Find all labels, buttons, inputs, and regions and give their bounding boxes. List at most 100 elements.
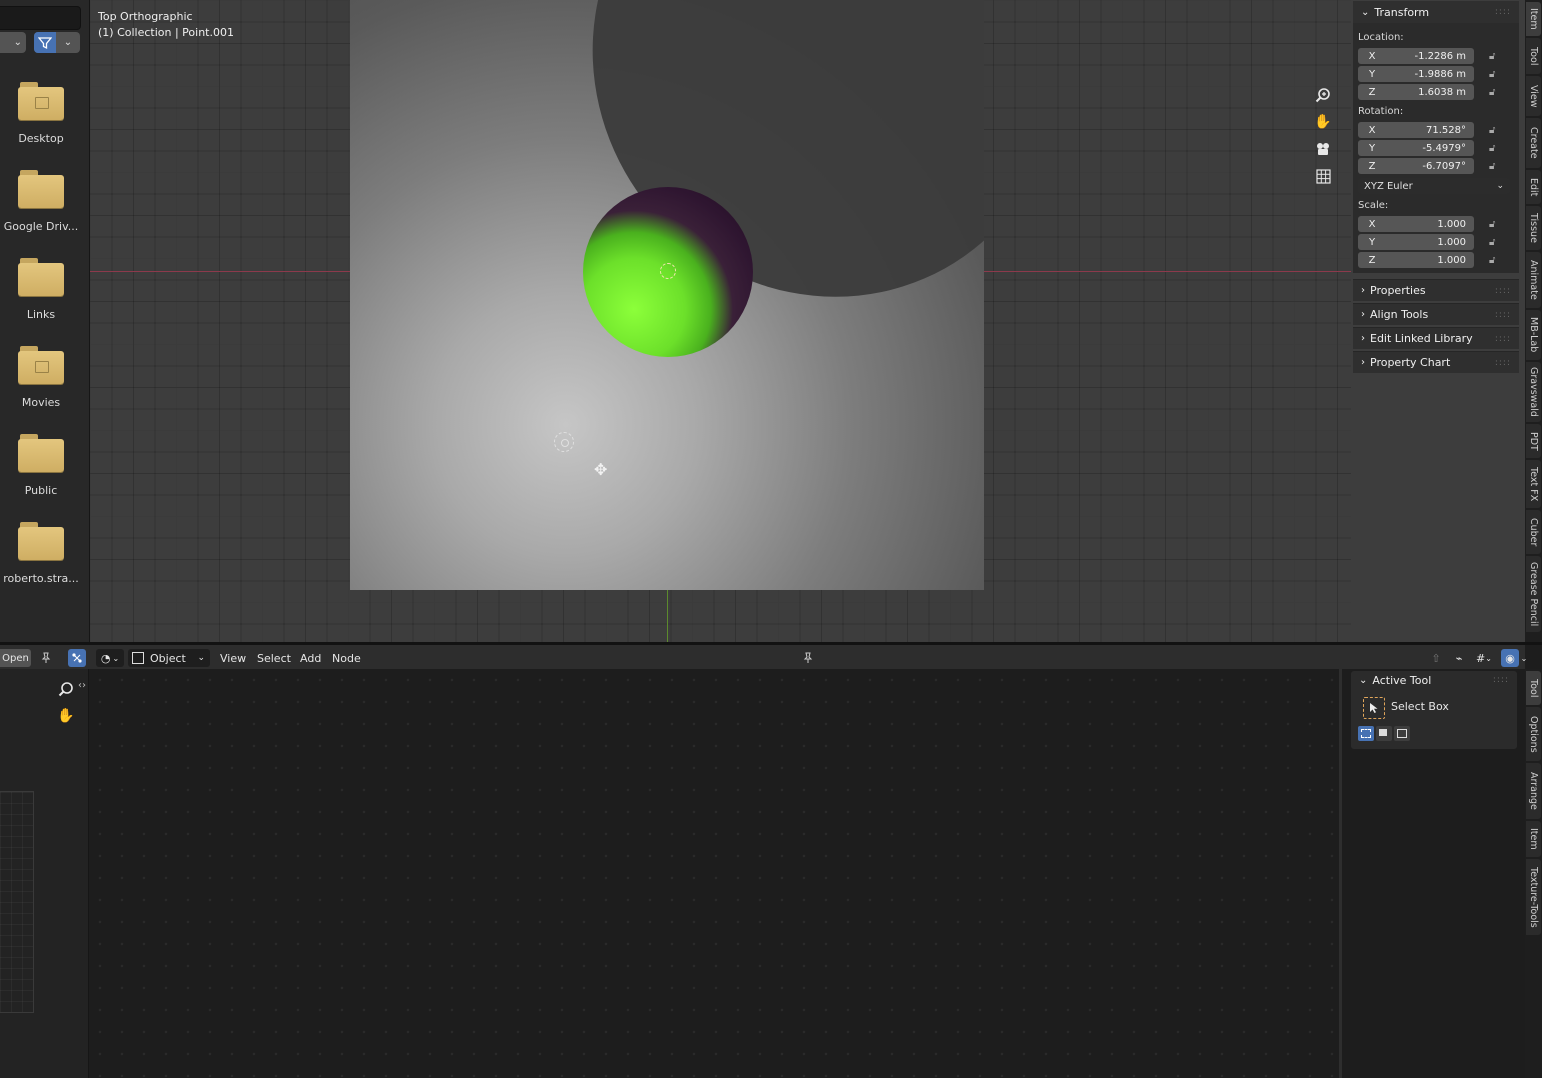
snap-icon[interactable]: ⌁	[1450, 649, 1468, 667]
3d-viewport[interactable]: ✥ Top Orthographic (1) Collection | Poin…	[90, 0, 1351, 642]
transform-panel-header[interactable]: ⌄ Transform ::::	[1353, 1, 1519, 23]
rotation-y-field[interactable]: Y -5.4979°	[1358, 140, 1474, 156]
snap-settings-dropdown[interactable]: # ⌄	[1470, 649, 1498, 667]
lock-icon[interactable]: 🔓︎	[1489, 219, 1501, 230]
menu-add[interactable]: Add	[300, 649, 321, 667]
tab-tool[interactable]: Tool	[1526, 38, 1541, 74]
location-x-field[interactable]: X -1.2286 m	[1358, 48, 1474, 64]
chevron-down-icon: ⌄	[13, 37, 22, 48]
folder-label: roberto.stra...	[3, 572, 79, 585]
tab-texture-tools[interactable]: Texture-Tools	[1526, 859, 1541, 935]
drag-grip-icon[interactable]: ::::	[1495, 7, 1511, 17]
node-editor-canvas[interactable]	[89, 669, 1339, 1078]
overlays-toggle-icon[interactable]: ◉	[1501, 649, 1519, 667]
collapse-arrows-icon[interactable]: ‹›	[78, 680, 86, 691]
drag-grip-icon[interactable]: ::::	[1495, 334, 1511, 344]
location-y-field[interactable]: Y -1.9886 m	[1358, 66, 1474, 82]
point-light-icon[interactable]	[554, 432, 574, 452]
ortho-grid-icon[interactable]	[1312, 165, 1334, 187]
tab-cuber[interactable]: Cuber	[1526, 510, 1541, 554]
tab-arrange[interactable]: Arrange	[1526, 763, 1541, 819]
folder-icon	[18, 170, 64, 208]
tab-grease-pencil[interactable]: Grease Pencil	[1526, 556, 1541, 632]
menu-view[interactable]: View	[220, 649, 246, 667]
folder-item-movies[interactable]: Movies	[0, 346, 82, 409]
open-button[interactable]: Open	[0, 649, 31, 667]
node-tree-icon[interactable]	[68, 649, 86, 667]
pin-icon[interactable]	[800, 649, 816, 667]
folder-user-icon	[18, 522, 64, 560]
drag-grip-icon[interactable]: ::::	[1495, 358, 1511, 368]
drag-grip-icon[interactable]: ::::	[1493, 675, 1509, 685]
select-mode-extend-icon[interactable]	[1376, 726, 1392, 741]
tab-create[interactable]: Create	[1526, 118, 1541, 168]
parent-node-tree-icon[interactable]: ⇧	[1428, 649, 1444, 667]
menu-label: View	[220, 651, 247, 665]
folder-item-public[interactable]: Public	[0, 434, 82, 497]
lock-icon[interactable]: 🔓︎	[1489, 143, 1501, 154]
tab-view[interactable]: View	[1526, 76, 1541, 116]
chevron-down-icon: ⌄	[1361, 6, 1370, 18]
lock-icon[interactable]: 🔓︎	[1489, 69, 1501, 80]
scale-x-field[interactable]: X 1.000	[1358, 216, 1474, 232]
select-box-tool-icon[interactable]	[1363, 697, 1385, 719]
lock-icon[interactable]: 🔓︎	[1489, 255, 1501, 266]
tab-item[interactable]: Item	[1526, 821, 1541, 857]
folder-movies-icon	[18, 346, 64, 384]
chevron-down-icon[interactable]: ⌄	[1519, 649, 1529, 667]
select-mode-new-icon[interactable]	[1358, 726, 1374, 741]
object-mode-dropdown[interactable]: Object ⌄	[128, 649, 210, 667]
tab-edit[interactable]: Edit	[1526, 170, 1541, 204]
panel-edit-linked-library[interactable]: › Edit Linked Library::::	[1353, 327, 1519, 349]
folder-item-user[interactable]: roberto.stra...	[0, 522, 82, 585]
filter-toggle[interactable]: ⌄	[34, 32, 80, 53]
pan-hand-icon[interactable]: ✋	[56, 706, 76, 726]
tab-options[interactable]: Options	[1526, 707, 1541, 761]
pin-icon[interactable]	[38, 649, 54, 667]
sidebar-item-panel: ⌄ Transform :::: Location: X -1.2286 m 🔓︎…	[1351, 0, 1521, 380]
chevron-down-icon: ⌄	[1496, 181, 1504, 191]
active-tool-header[interactable]: ⌄ Active Tool	[1359, 674, 1431, 687]
scale-z-field[interactable]: Z 1.000	[1358, 252, 1474, 268]
folder-item-google-drive[interactable]: Google Driv...	[0, 170, 82, 233]
menu-select[interactable]: Select	[257, 649, 291, 667]
panel-properties[interactable]: › Properties::::	[1353, 279, 1519, 301]
file-browser-search-input[interactable]	[0, 6, 81, 30]
camera-view-icon[interactable]	[1312, 138, 1334, 160]
tab-tool[interactable]: Tool	[1526, 671, 1541, 705]
folder-label: Google Driv...	[3, 220, 79, 233]
tab-gravswald[interactable]: Gravswald	[1526, 362, 1541, 422]
drag-grip-icon[interactable]: ::::	[1495, 286, 1511, 296]
folder-item-desktop[interactable]: Desktop	[0, 82, 82, 145]
rotation-mode-dropdown[interactable]: XYZ Euler ⌄	[1358, 178, 1510, 194]
rotation-z-field[interactable]: Z -6.7097°	[1358, 158, 1474, 174]
location-z-field[interactable]: Z 1.6038 m	[1358, 84, 1474, 100]
shader-type-dropdown[interactable]: ◔ ⌄	[96, 649, 124, 667]
select-mode-subtract-icon[interactable]	[1394, 726, 1410, 741]
scale-label: Scale:	[1358, 200, 1389, 211]
chevron-right-icon: ›	[1361, 309, 1365, 320]
display-mode-dropdown[interactable]: ⌄	[0, 32, 26, 53]
scale-y-field[interactable]: Y 1.000	[1358, 234, 1474, 250]
panel-property-chart[interactable]: › Property Chart::::	[1353, 351, 1519, 373]
lock-icon[interactable]: 🔓︎	[1489, 125, 1501, 136]
zoom-icon[interactable]	[56, 679, 76, 699]
lock-icon[interactable]: 🔓︎	[1489, 161, 1501, 172]
drag-grip-icon[interactable]: ::::	[1495, 310, 1511, 320]
tab-pdt[interactable]: PDT	[1526, 424, 1541, 458]
folder-item-links[interactable]: Links	[0, 258, 82, 321]
tab-animate[interactable]: Animate	[1526, 252, 1541, 308]
pan-hand-icon[interactable]: ✋	[1312, 111, 1334, 133]
tab-mb-lab[interactable]: MB-Lab	[1526, 310, 1541, 360]
menu-node[interactable]: Node	[332, 649, 361, 667]
lock-icon[interactable]: 🔓︎	[1489, 87, 1501, 98]
rotation-x-field[interactable]: X 71.528°	[1358, 122, 1474, 138]
tab-tissue[interactable]: Tissue	[1526, 206, 1541, 250]
lock-icon[interactable]: 🔓︎	[1489, 237, 1501, 248]
panel-align-tools[interactable]: › Align Tools::::	[1353, 303, 1519, 325]
tab-item[interactable]: Item	[1526, 2, 1541, 36]
active-tool-title: Active Tool	[1372, 674, 1432, 687]
zoom-icon[interactable]	[1312, 84, 1334, 106]
lock-icon[interactable]: 🔓︎	[1489, 51, 1501, 62]
tab-text-fx[interactable]: Text FX	[1526, 460, 1541, 508]
